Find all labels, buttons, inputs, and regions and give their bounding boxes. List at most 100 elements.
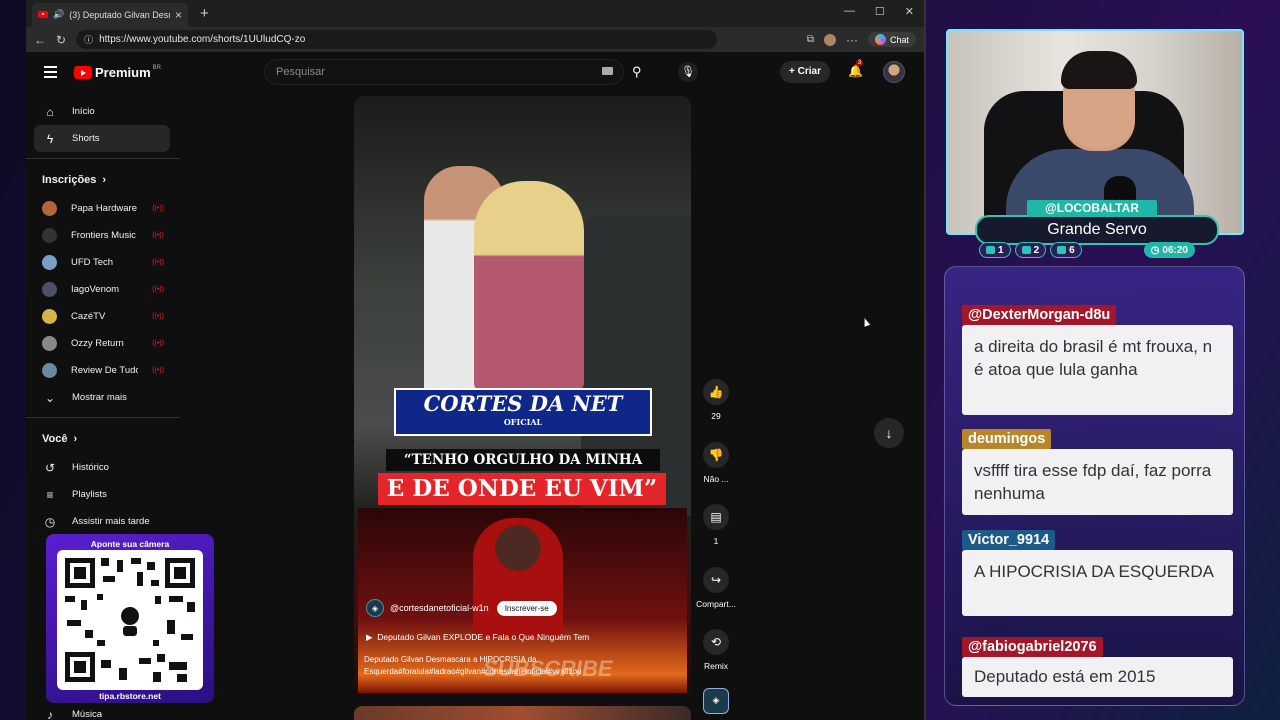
share-button[interactable]: ↪ Compart... bbox=[691, 566, 741, 626]
sidebar-item-subscription[interactable]: Ozzy Return ((•)) bbox=[26, 330, 180, 357]
live-icon: ((•)) bbox=[152, 367, 164, 374]
live-icon: ((•)) bbox=[152, 313, 164, 320]
remix-icon: ⟲ bbox=[703, 629, 729, 655]
youtube-favicon-icon bbox=[38, 11, 48, 18]
chat-username: @DexterMorgan-d8u bbox=[962, 305, 1117, 325]
sidebar-item-watch-later[interactable]: ◷ Assistir mais tarde bbox=[26, 508, 180, 535]
streamer-username: @LOCOBALTAR bbox=[1027, 200, 1157, 217]
twitch-icon bbox=[986, 246, 995, 254]
next-short-button[interactable]: ↓ bbox=[874, 418, 904, 448]
account-avatar[interactable] bbox=[883, 61, 905, 83]
chat-username: deumingos bbox=[962, 429, 1052, 449]
subscriptions-header[interactable]: Inscrições › bbox=[26, 165, 180, 195]
sidebar-item-subscription[interactable]: IagoVenom ((•)) bbox=[26, 276, 180, 303]
divider bbox=[26, 417, 180, 418]
subscription-label: Ozzy Return bbox=[71, 338, 124, 349]
chat-text: vsffff tira esse fdp daí, faz porra nenh… bbox=[962, 449, 1233, 515]
twitch-viewers: 1 bbox=[979, 242, 1011, 258]
channel-avatar bbox=[42, 363, 57, 378]
channel-handle[interactable]: @cortesdanetoficial-w1n bbox=[390, 603, 489, 613]
voice-search-icon[interactable]: 🎙 bbox=[678, 62, 698, 82]
kick-icon bbox=[1057, 246, 1067, 254]
subscribe-button[interactable]: Inscrever-se bbox=[496, 600, 557, 616]
remix-button[interactable]: ⟲ Remix bbox=[691, 629, 741, 688]
youtube-icon bbox=[1021, 246, 1031, 254]
you-header[interactable]: Você › bbox=[26, 424, 180, 454]
copilot-chat-button[interactable]: Chat bbox=[867, 32, 916, 47]
video-quote-line1: “TENHO ORGULHO DA MINHA COR bbox=[386, 449, 660, 490]
sidebar-item-subscription[interactable]: Frontiers Music srl ((•)) bbox=[26, 222, 180, 249]
channel-avatar bbox=[42, 309, 57, 324]
profile-icon[interactable] bbox=[823, 33, 836, 46]
next-short-preview[interactable] bbox=[354, 706, 691, 720]
search-input[interactable]: Pesquisar bbox=[264, 59, 624, 85]
divider bbox=[26, 158, 180, 159]
music-link[interactable]: ▶ Deputado Gilvan EXPLODE e Fala o Que N… bbox=[366, 632, 589, 643]
new-tab-button[interactable]: + bbox=[200, 5, 209, 22]
short-actions: 👍 29 👎 Não ... ▤ 1 ↪ Compart... ⟲ Remix ◈ bbox=[691, 375, 741, 714]
show-more-button[interactable]: ⌄ Mostrar mais bbox=[26, 384, 180, 411]
create-button[interactable]: + Criar bbox=[780, 61, 830, 83]
channel-avatar[interactable]: ◈ bbox=[366, 599, 384, 617]
chevron-right-icon: › bbox=[102, 174, 107, 186]
minimize-icon[interactable]: — bbox=[844, 5, 855, 18]
kick-viewers: 6 bbox=[1050, 242, 1082, 258]
live-icon: ((•)) bbox=[152, 205, 164, 212]
sidebar-item-subscription[interactable]: Papa Hardware ((•)) bbox=[26, 195, 180, 222]
site-info-icon[interactable]: ⓘ bbox=[84, 33, 93, 46]
back-icon[interactable]: ← bbox=[34, 33, 46, 47]
keyboard-icon[interactable] bbox=[602, 67, 613, 75]
close-tab-icon[interactable]: × bbox=[175, 8, 182, 22]
sidebar-item-history[interactable]: ↺ Histórico bbox=[26, 454, 180, 481]
maximize-icon[interactable]: ☐ bbox=[875, 5, 885, 18]
video-figure bbox=[474, 181, 584, 391]
video-description[interactable]: Deputado Gilvan Desmascara a HIPOCRISIA … bbox=[364, 654, 624, 678]
sidebar-item-home[interactable]: ⌂ Início bbox=[26, 98, 180, 125]
qr-code-graphic bbox=[65, 558, 195, 682]
home-icon: ⌂ bbox=[46, 104, 54, 119]
streamer-nameplate: Grande Servo @LOCOBALTAR 1 2 6 ◷ 06:20 bbox=[975, 200, 1219, 260]
search-icon[interactable]: ⚲ bbox=[632, 64, 642, 80]
mouse-cursor-icon bbox=[861, 317, 871, 327]
video-figure bbox=[473, 518, 563, 638]
comments-button[interactable]: ▤ 1 bbox=[691, 504, 741, 563]
extensions-icon[interactable]: ⧉ bbox=[807, 34, 814, 45]
more-icon[interactable]: ··· bbox=[846, 33, 858, 47]
refresh-icon[interactable]: ↻ bbox=[56, 33, 66, 47]
url-field[interactable]: ⓘ https://www.youtube.com/shorts/1UUludC… bbox=[76, 30, 717, 49]
sidebar-item-music[interactable]: ♪ Música bbox=[26, 701, 180, 720]
live-icon: ((•)) bbox=[152, 259, 164, 266]
audio-source-thumbnail[interactable]: ◈ bbox=[703, 687, 729, 714]
channel-avatar bbox=[42, 255, 57, 270]
title-bar: 🔊 (3) Deputado Gilvan Desmascar × + — ☐ … bbox=[26, 0, 924, 27]
subscription-label: UFD Tech bbox=[71, 257, 114, 268]
sidebar-item-subscription[interactable]: CazéTV ((•)) bbox=[26, 303, 180, 330]
sidebar-item-subscription[interactable]: UFD Tech ((•)) bbox=[26, 249, 180, 276]
video-quote-line2: E DE ONDE EU VIM” bbox=[378, 473, 666, 505]
menu-icon[interactable] bbox=[44, 66, 57, 81]
browser-tab[interactable]: 🔊 (3) Deputado Gilvan Desmascar × bbox=[32, 2, 188, 27]
channel-avatar bbox=[42, 282, 57, 297]
url-text: https://www.youtube.com/shorts/1UUludCQ-… bbox=[99, 34, 306, 45]
like-button[interactable]: 👍 29 bbox=[691, 379, 741, 438]
live-icon: ((•)) bbox=[152, 340, 164, 347]
dislike-button[interactable]: 👎 Não ... bbox=[691, 441, 741, 501]
tab-title: (3) Deputado Gilvan Desmascar bbox=[69, 9, 170, 20]
youtube-logo[interactable]: Premium BR bbox=[74, 65, 161, 80]
streamer-hair bbox=[1061, 51, 1137, 89]
sidebar-item-subscription[interactable]: Review De Tudo Br ((•)) bbox=[26, 357, 180, 384]
audio-icon[interactable]: 🔊 bbox=[53, 9, 64, 20]
chat-message: @DexterMorgan-d8u a direita do brasil é … bbox=[962, 305, 1233, 415]
chat-message: Victor_9914 A HIPOCRISIA DA ESQUERDA bbox=[962, 530, 1233, 616]
short-video-player[interactable]: CORTES DA NET OFICIAL “TENHO ORGULHO DA … bbox=[354, 96, 691, 695]
close-window-icon[interactable]: ✕ bbox=[905, 5, 914, 18]
subscription-label: Review De Tudo Br bbox=[71, 365, 138, 376]
comment-icon: ▤ bbox=[703, 504, 729, 530]
sidebar-item-playlists[interactable]: ≡ Playlists bbox=[26, 481, 180, 508]
viewer-stats: 1 2 6 ◷ 06:20 bbox=[979, 242, 1195, 258]
shorts-icon: ϟ bbox=[46, 131, 54, 146]
thumbs-up-icon: 👍 bbox=[703, 379, 729, 405]
notifications-icon[interactable]: 🔔 3 bbox=[848, 60, 864, 78]
sidebar-item-shorts[interactable]: ϟ Shorts bbox=[34, 125, 170, 152]
subscription-label: Frontiers Music srl bbox=[71, 230, 138, 241]
